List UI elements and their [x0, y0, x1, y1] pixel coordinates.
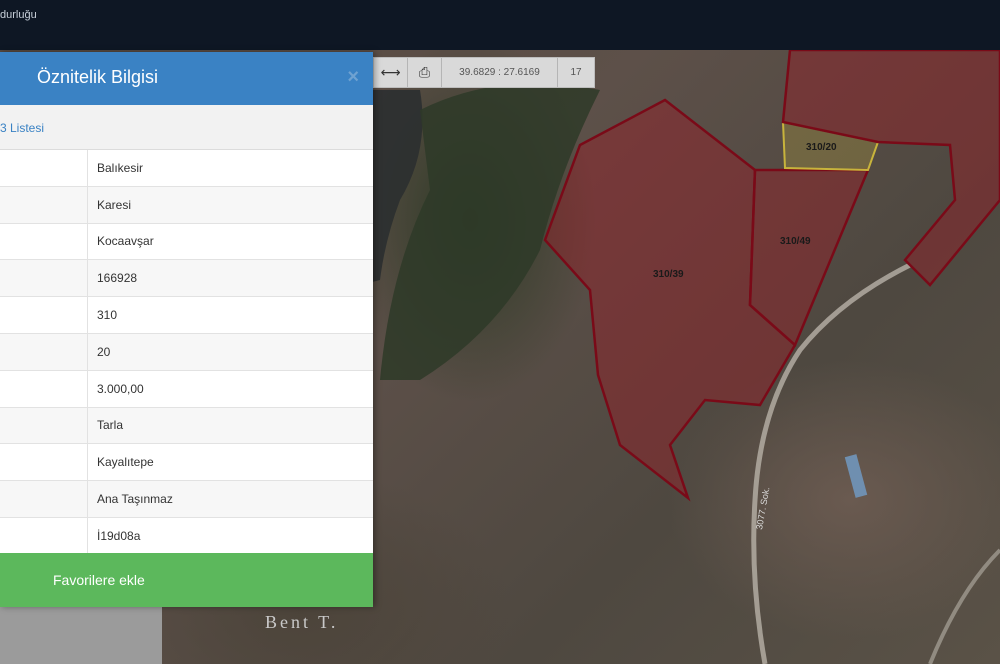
top-bar: durluğu: [0, 0, 1000, 50]
coordinate-readout: 39.6829 : 27.6169: [442, 58, 558, 87]
row-key: [0, 297, 88, 333]
measure-distance-icon[interactable]: ⟷: [374, 58, 408, 87]
parcel-label-310-20: 310/20: [806, 142, 837, 153]
row-value: İ19d08a: [97, 528, 141, 543]
place-label: Bent T.: [265, 612, 338, 632]
table-row: Kocaavşar: [0, 223, 373, 261]
row-value: 166928: [97, 271, 138, 286]
print-icon[interactable]: ⎙: [408, 58, 442, 87]
row-key: [0, 333, 88, 370]
add-to-favorites-button[interactable]: Favorilere ekle: [0, 553, 373, 607]
row-key: [0, 370, 88, 407]
panel-header: Öznitelik Bilgisi ×: [0, 52, 373, 105]
close-icon[interactable]: ×: [347, 66, 359, 89]
row-value: Kocaavşar: [97, 234, 154, 249]
table-row: 20: [0, 333, 373, 371]
panel-subheader: 3 Listesi: [0, 105, 373, 150]
app-title: durluğu: [0, 9, 37, 21]
attribute-info-panel: Öznitelik Bilgisi × 3 Listesi Balıkesir …: [0, 52, 373, 607]
table-row: İ19d08a: [0, 517, 373, 555]
panel-title: Öznitelik Bilgisi: [37, 67, 159, 87]
row-value: 3.000,00: [97, 381, 144, 396]
table-row: 310: [0, 297, 373, 334]
map-toolbar: ⟷ ⎙ 39.6829 : 27.6169 17: [373, 57, 595, 88]
table-row: Kayalıtepe: [0, 444, 373, 482]
row-key: [0, 260, 88, 297]
row-value: Karesi: [97, 197, 132, 212]
row-value: Kayalıtepe: [97, 455, 154, 470]
table-row: Balıkesir: [0, 150, 373, 187]
row-key: [0, 517, 88, 554]
table-row: Tarla: [0, 407, 373, 445]
row-key: [0, 407, 88, 444]
row-key: [0, 150, 88, 186]
row-value: 310: [97, 308, 118, 323]
row-value: Ana Taşınmaz: [97, 492, 173, 507]
row-value: Tarla: [97, 418, 124, 433]
attribute-table: Balıkesir Karesi Kocaavşar 166928 310 20…: [0, 150, 373, 555]
left-sidebar-strip: [0, 607, 162, 664]
parcel-label-310-49: 310/49: [780, 236, 811, 247]
row-value: 20: [97, 344, 111, 359]
list-link[interactable]: 3 Listesi: [0, 121, 44, 135]
parcel-label-310-39: 310/39: [653, 269, 684, 280]
zoom-level: 17: [570, 67, 582, 78]
row-key: [0, 186, 88, 223]
row-key: [0, 481, 88, 517]
table-row: 166928: [0, 260, 373, 298]
row-value: Balıkesir: [97, 160, 144, 175]
table-row: Karesi: [0, 186, 373, 224]
table-row: Ana Taşınmaz: [0, 481, 373, 518]
table-row: 3.000,00: [0, 370, 373, 408]
row-key: [0, 223, 88, 260]
row-key: [0, 444, 88, 481]
